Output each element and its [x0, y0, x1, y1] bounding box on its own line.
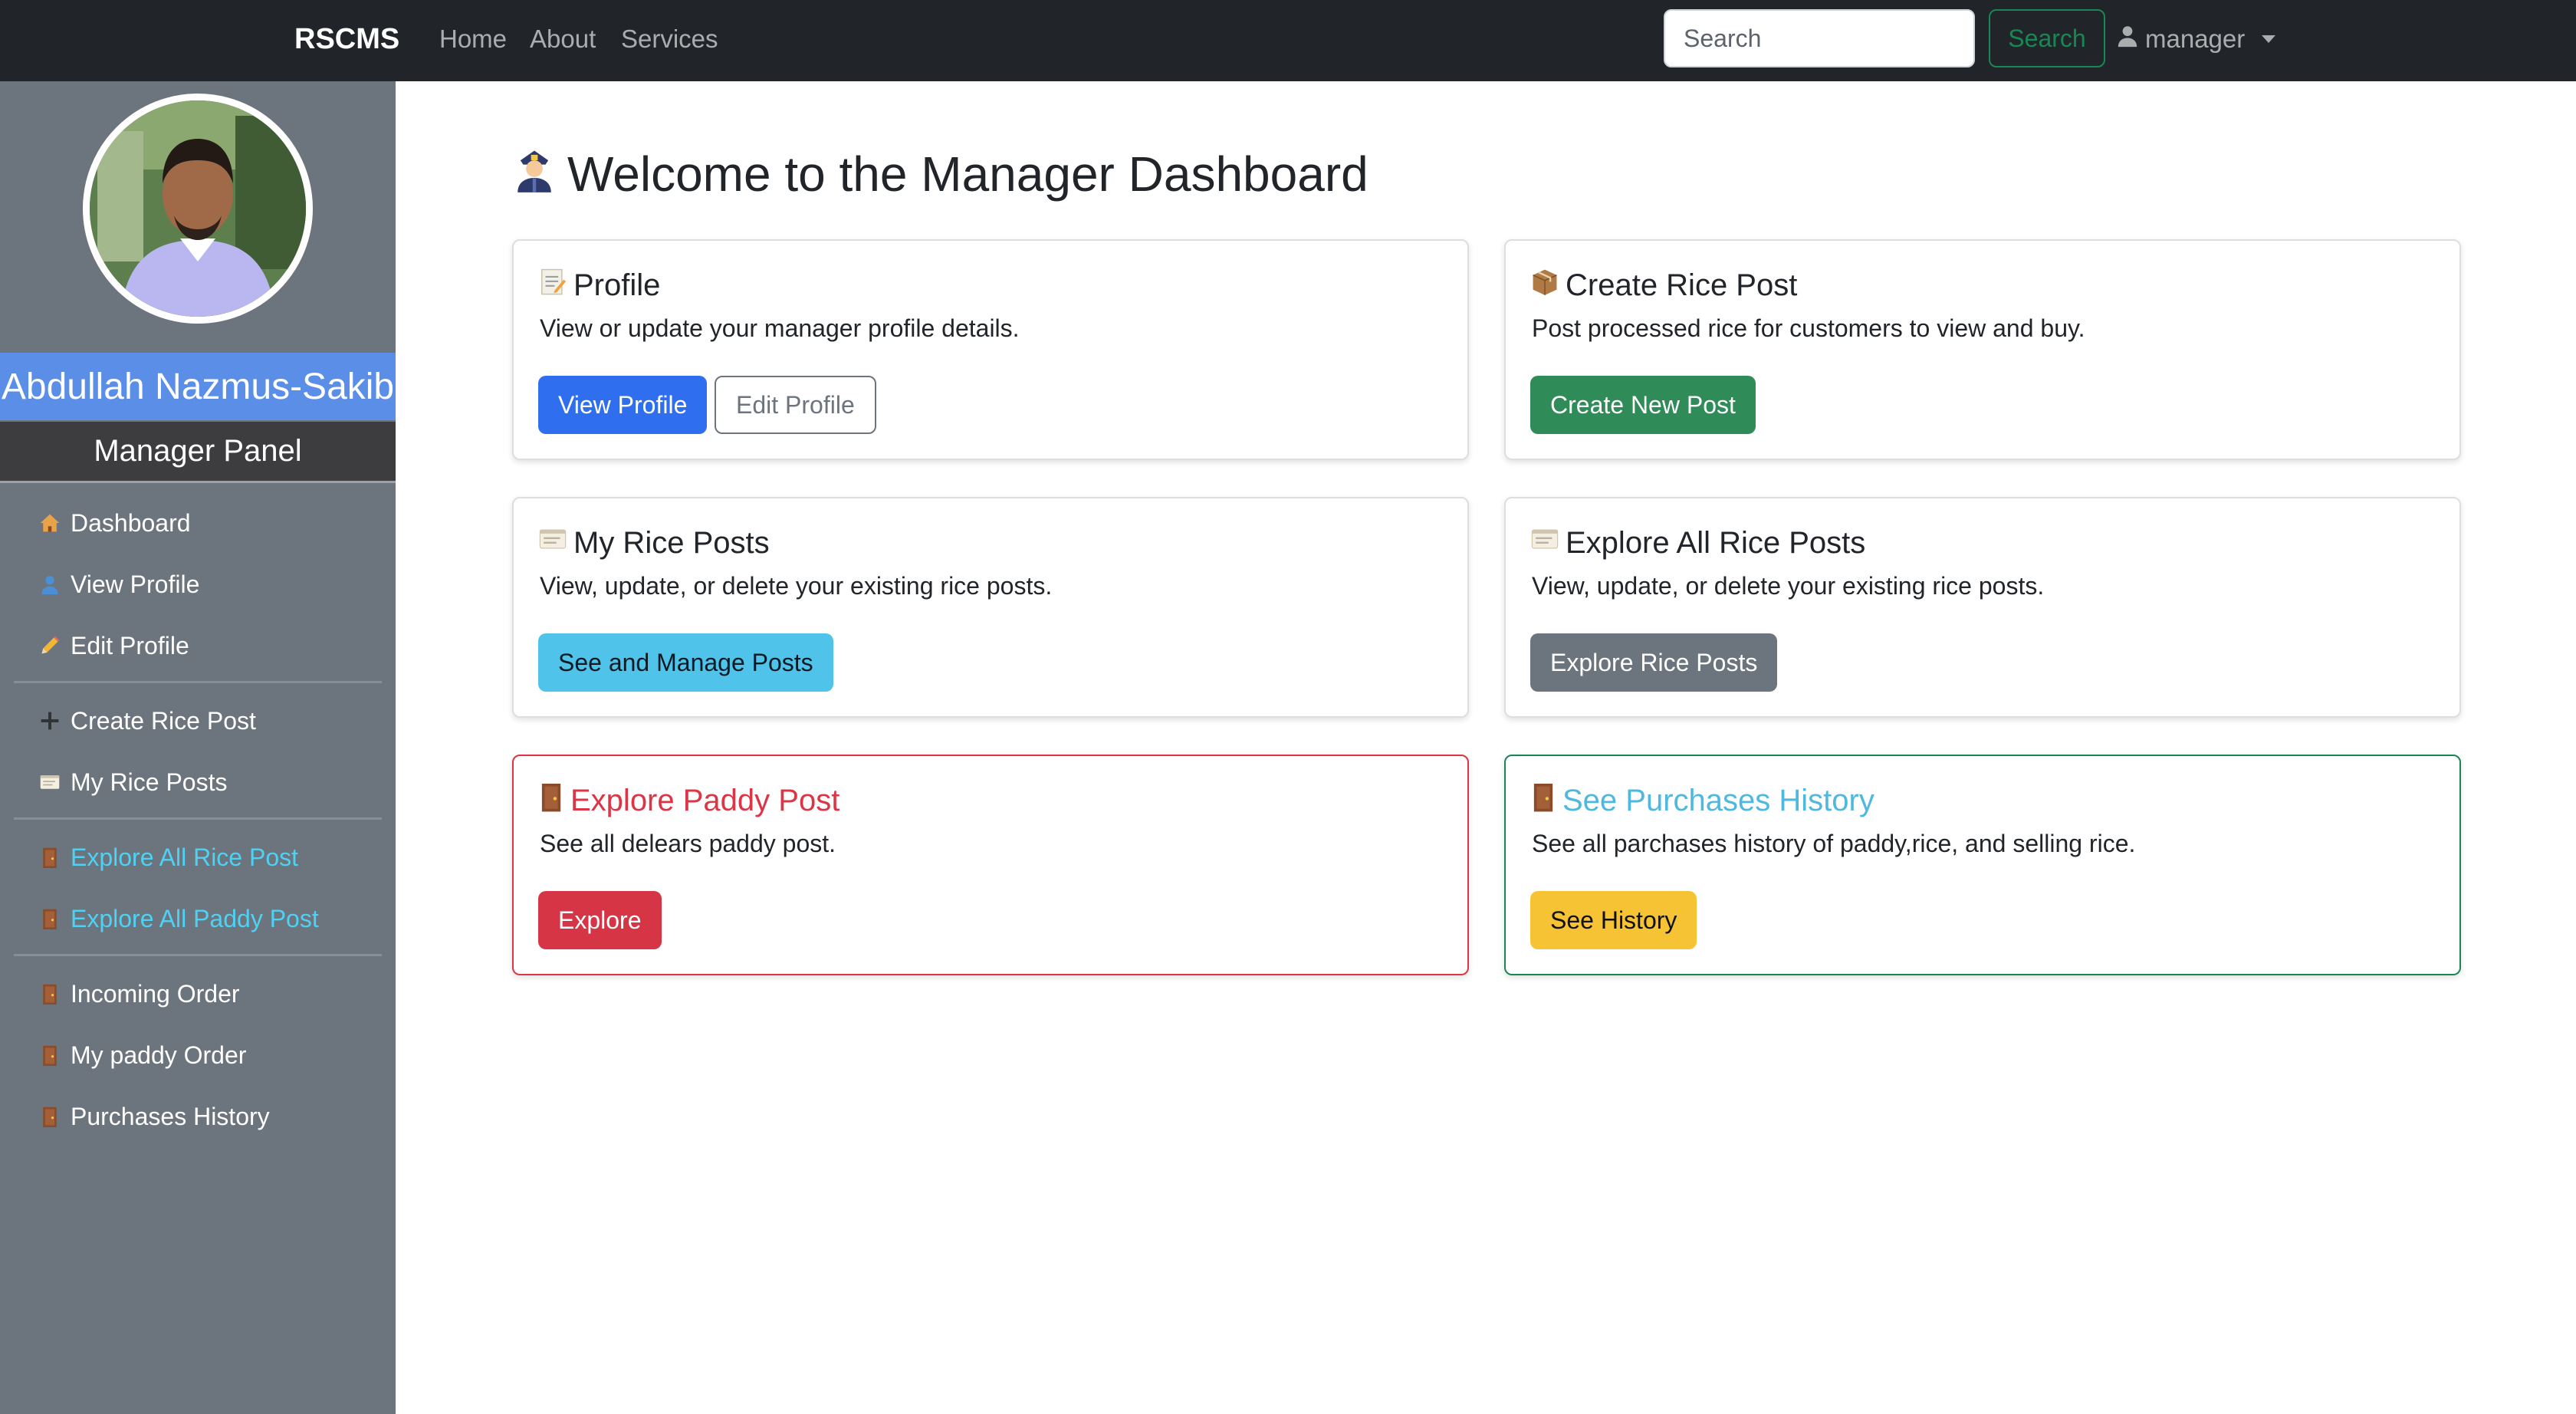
- sidebar-item-label: My Rice Posts: [71, 768, 228, 796]
- see-and-manage-posts-button[interactable]: See and Manage Posts: [538, 633, 833, 692]
- scroll-icon: [35, 771, 64, 793]
- nav-link-services[interactable]: Services: [621, 18, 718, 60]
- card-my-rice-posts: My Rice Posts View, update, or delete yo…: [512, 497, 1469, 718]
- memo-icon: [538, 267, 567, 304]
- door-icon: [35, 983, 64, 1005]
- card-title: Profile: [538, 264, 660, 307]
- card-title-text: See Purchases History: [1562, 783, 1875, 817]
- card-see-purchases-history: See Purchases History See all parchases …: [1504, 755, 2461, 975]
- search-input[interactable]: [1664, 9, 1975, 67]
- sidebar-item-label: Purchases History: [71, 1102, 270, 1130]
- card-create-rice-post: Create Rice Post Post processed rice for…: [1504, 239, 2461, 460]
- house-icon: [35, 512, 64, 534]
- explore-paddy-button[interactable]: Explore: [538, 891, 662, 949]
- card-text: See all delears paddy post.: [540, 830, 836, 857]
- panel-title: Manager Panel: [0, 422, 396, 483]
- sidebar-item-incoming-order[interactable]: Incoming Order: [35, 972, 240, 1015]
- user-icon: [2116, 25, 2139, 54]
- see-history-button[interactable]: See History: [1530, 891, 1697, 949]
- plus-icon: [35, 711, 64, 731]
- door-icon: [1530, 781, 1556, 820]
- police-officer-icon: [512, 145, 557, 204]
- sidebar-divider: [14, 681, 382, 683]
- card-title-text: Profile: [573, 268, 661, 302]
- page-title-text: Welcome to the Manager Dashboard: [567, 146, 1368, 202]
- sidebar-item-explore-all-rice-post[interactable]: Explore All Rice Post: [35, 836, 298, 879]
- scroll-icon: [1530, 524, 1559, 561]
- pencil-icon: [35, 635, 64, 656]
- sidebar-item-edit-profile[interactable]: Edit Profile: [35, 624, 189, 667]
- sidebar-item-label: Explore All Paddy Post: [71, 904, 319, 932]
- card-explore-paddy-post: Explore Paddy Post See all delears paddy…: [512, 755, 1469, 975]
- card-title: My Rice Posts: [538, 521, 770, 564]
- card-title: Explore Paddy Post: [538, 779, 840, 822]
- brand-logo[interactable]: RSCMS: [294, 18, 399, 60]
- card-title: Explore All Rice Posts: [1530, 521, 1865, 564]
- edit-profile-button[interactable]: Edit Profile: [715, 376, 876, 434]
- person-icon: [35, 574, 64, 595]
- explore-rice-posts-button[interactable]: Explore Rice Posts: [1530, 633, 1778, 692]
- card-title-text: Create Rice Post: [1566, 268, 1798, 302]
- sidebar-item-create-rice-post[interactable]: Create Rice Post: [35, 699, 256, 742]
- sidebar-item-label: Explore All Rice Post: [71, 843, 299, 871]
- sidebar-item-purchases-history[interactable]: Purchases History: [35, 1095, 270, 1138]
- user-label: manager: [2145, 25, 2246, 53]
- door-icon: [35, 847, 64, 868]
- card-text: Post processed rice for customers to vie…: [1532, 314, 2085, 342]
- door-icon: [35, 908, 64, 929]
- scroll-icon: [538, 524, 567, 561]
- owner-name: Abdullah Nazmus-Sakib: [0, 353, 396, 420]
- door-icon: [538, 781, 564, 820]
- sidebar: Abdullah Nazmus-Sakib Manager Panel Dash…: [0, 81, 396, 1414]
- sidebar-divider: [14, 817, 382, 820]
- nav-link-home[interactable]: Home: [439, 18, 507, 60]
- view-profile-button[interactable]: View Profile: [538, 376, 708, 434]
- door-icon: [35, 1044, 64, 1066]
- sidebar-item-my-paddy-order[interactable]: My paddy Order: [35, 1034, 246, 1077]
- avatar: [83, 94, 313, 324]
- card-title: Create Rice Post: [1530, 264, 1797, 307]
- door-icon: [35, 1106, 64, 1127]
- card-text: See all parchases history of paddy,rice,…: [1532, 830, 2136, 857]
- card-title-text: Explore Paddy Post: [570, 783, 840, 817]
- card-title-text: Explore All Rice Posts: [1566, 525, 1866, 560]
- top-navbar: RSCMS Home About Services Search manager: [0, 0, 2576, 81]
- card-title-text: My Rice Posts: [573, 525, 770, 560]
- sidebar-item-label: Incoming Order: [71, 979, 240, 1008]
- sidebar-item-label: View Profile: [71, 570, 200, 598]
- card-explore-all-rice-posts: Explore All Rice Posts View, update, or …: [1504, 497, 2461, 718]
- package-icon: [1530, 267, 1559, 304]
- card-text: View, update, or delete your existing ri…: [540, 572, 1053, 600]
- card-text: View or update your manager profile deta…: [540, 314, 1020, 342]
- user-dropdown[interactable]: manager: [2116, 18, 2276, 60]
- sidebar-item-label: Create Rice Post: [71, 706, 256, 735]
- search-button[interactable]: Search: [1989, 9, 2105, 67]
- sidebar-item-label: Edit Profile: [71, 631, 189, 659]
- caret-down-icon: [2262, 35, 2276, 43]
- sidebar-item-my-rice-posts[interactable]: My Rice Posts: [35, 761, 227, 804]
- nav-link-about[interactable]: About: [530, 18, 596, 60]
- sidebar-item-label: Dashboard: [71, 508, 191, 537]
- create-new-post-button[interactable]: Create New Post: [1530, 376, 1756, 434]
- card-text: View, update, or delete your existing ri…: [1532, 572, 2045, 600]
- page-title: Welcome to the Manager Dashboard: [512, 140, 1368, 209]
- sidebar-item-dashboard[interactable]: Dashboard: [35, 501, 191, 544]
- sidebar-item-explore-all-paddy-post[interactable]: Explore All Paddy Post: [35, 897, 319, 940]
- sidebar-item-view-profile[interactable]: View Profile: [35, 563, 199, 606]
- sidebar-item-label: My paddy Order: [71, 1041, 247, 1069]
- card-profile: Profile View or update your manager prof…: [512, 239, 1469, 460]
- sidebar-divider: [14, 954, 382, 956]
- card-title: See Purchases History: [1530, 779, 1875, 822]
